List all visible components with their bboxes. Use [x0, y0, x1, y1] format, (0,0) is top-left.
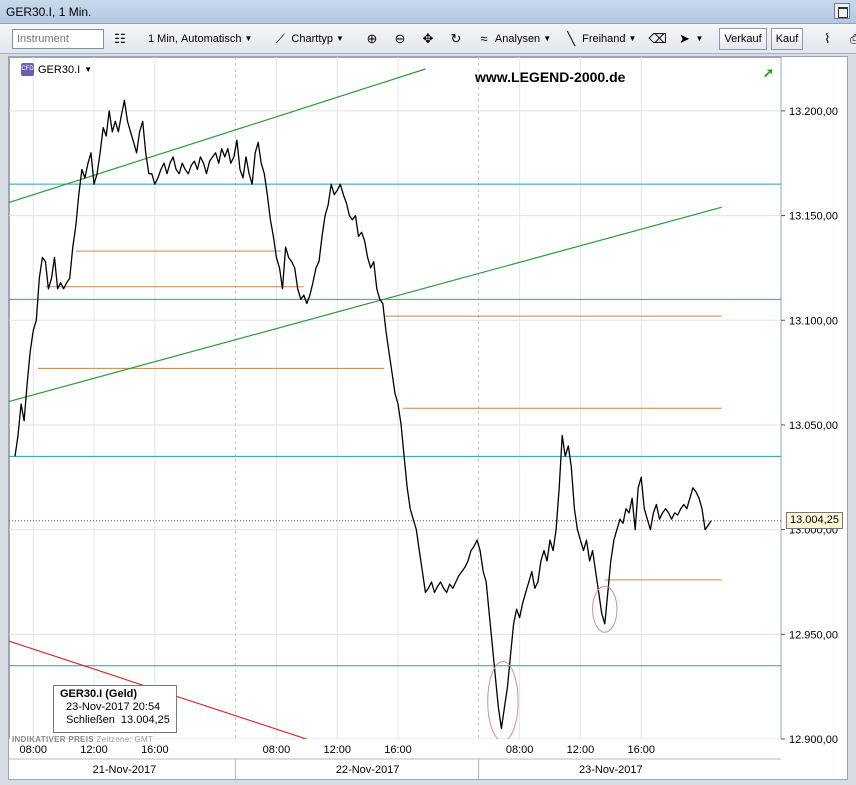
chevron-down-icon: ▼ [244, 34, 253, 43]
chevron-down-icon: ▼ [628, 34, 637, 43]
symbol-selector[interactable]: CFD GER30.I ▼ [21, 63, 92, 76]
indicative-price-note: INDIKATIVER PREIS Zeitzone: GMT [12, 735, 153, 744]
charttype-dropdown[interactable]: ⟋ Charttyp ▼ [268, 28, 348, 50]
chevron-down-icon: ▼ [695, 34, 704, 43]
indicative-price-text: INDIKATIVER PREIS [12, 735, 94, 744]
x-tick-label: 12:00 [80, 744, 108, 756]
x-tick-label: 12:00 [323, 744, 351, 756]
last-price-label: 13.004,25 [786, 511, 843, 529]
zoom-in-icon: ⊕ [366, 30, 378, 46]
info-box-close-value: 13.004,25 [120, 714, 170, 726]
info-box-datetime: 23-Nov-2017 20:54 [66, 701, 161, 713]
y-tick-label: 13.150,00 [789, 211, 838, 223]
fit-button[interactable]: ✥ [416, 28, 440, 50]
x-tick-label: 08:00 [19, 744, 47, 756]
chevron-down-icon: ▼ [84, 65, 93, 74]
mode-label: Automatisch [180, 32, 242, 45]
analysen-dropdown[interactable]: ≈ Analysen ▼ [472, 28, 555, 50]
zoom-in-button[interactable]: ⊕ [360, 28, 384, 50]
y-tick-label: 12.900,00 [789, 734, 838, 746]
y-tick-label: 12.950,00 [789, 629, 838, 641]
refresh-button[interactable]: ↻ [444, 28, 468, 50]
instrument-input[interactable] [12, 28, 104, 49]
window-title: GER30.I, 1 Min. [6, 5, 92, 19]
verkauf-button[interactable]: Verkauf [719, 27, 767, 50]
chevron-down-icon: ▼ [543, 34, 552, 43]
pen-icon: ╲ [567, 30, 576, 46]
zoom-out-button[interactable]: ⊖ [388, 28, 412, 50]
watermark-text: www.LEGEND-2000.de [475, 69, 626, 85]
toolbar: ☷ 1 Min, Automatisch ▼ ⟋ Charttyp ▼ ⊕ ⊖ … [0, 24, 856, 54]
symbol-name: GER30.I [38, 63, 81, 76]
instrument-list-button[interactable]: ☷ [108, 28, 132, 50]
chevron-down-icon: ▼ [336, 34, 344, 43]
maximize-button[interactable] [834, 3, 850, 19]
freihand-label: Freihand [582, 32, 626, 45]
indicator-button[interactable]: ⌇ [815, 28, 839, 50]
y-tick-label: 13.050,00 [789, 420, 838, 432]
plot-border [9, 57, 782, 740]
price-info-box: GER30.I (Geld) 23-Nov-2017 20:54 Schließ… [53, 685, 177, 733]
chart-area[interactable]: 12.900,00 12.950,00 13.000,00 13.050,00 13.1… [8, 56, 848, 780]
highlight-ellipse [487, 661, 519, 742]
print-dropdown[interactable]: ⎙ ▼ [843, 28, 856, 50]
eraser-button[interactable]: ⌫ [644, 28, 668, 50]
fit-icon: ✥ [422, 30, 434, 46]
y-tick-label: 13.200,00 [789, 106, 838, 118]
info-box-close-label: Schließen [66, 714, 115, 726]
trend-signal-icon: ➚ [763, 65, 774, 80]
timezone-text: Zeitzone: GMT [96, 735, 154, 744]
cfd-icon: CFD [21, 63, 34, 76]
trend-line [9, 68, 426, 204]
list-icon: ☷ [114, 30, 126, 46]
analysis-icon: ≈ [480, 30, 488, 46]
eraser-icon: ⌫ [648, 30, 667, 46]
cursor-icon: ➤ [679, 30, 690, 46]
interval-dropdown[interactable]: 1 Min, Automatisch ▼ [144, 28, 256, 50]
freihand-dropdown[interactable]: ╲ Freihand ▼ [559, 28, 640, 50]
x-date-label: 23-Nov-2017 [579, 764, 643, 776]
x-date-label: 21-Nov-2017 [93, 764, 157, 776]
x-tick-label: 16:00 [384, 744, 412, 756]
kauf-button[interactable]: Kauf [770, 27, 804, 50]
analysen-label: Analysen [494, 32, 541, 45]
line-chart-icon: ⟋ [275, 30, 285, 46]
x-tick-label: 16:00 [141, 744, 169, 756]
x-tick-label: 16:00 [627, 744, 655, 756]
price-chart[interactable]: 12.900,0012.950,0013.000,0013.050,0013.1… [9, 57, 847, 779]
x-tick-label: 08:00 [263, 744, 291, 756]
window-titlebar: GER30.I, 1 Min. [0, 0, 856, 24]
y-tick-label: 13.100,00 [789, 315, 838, 327]
print-icon: ⎙ [850, 30, 856, 46]
indicator-icon: ⌇ [824, 30, 831, 46]
x-date-label: 22-Nov-2017 [336, 764, 400, 776]
info-box-title: GER30.I (Geld) [60, 688, 138, 700]
cursor-dropdown[interactable]: ➤ ▼ [672, 28, 707, 50]
highlight-ellipse [592, 585, 618, 633]
x-tick-label: 12:00 [567, 744, 595, 756]
x-tick-label: 08:00 [506, 744, 534, 756]
zoom-out-icon: ⊖ [394, 30, 406, 46]
trend-line [9, 206, 722, 403]
interval-label: 1 Min, [148, 32, 178, 45]
refresh-icon: ↻ [450, 30, 462, 46]
charttype-label: Charttyp [291, 32, 333, 45]
